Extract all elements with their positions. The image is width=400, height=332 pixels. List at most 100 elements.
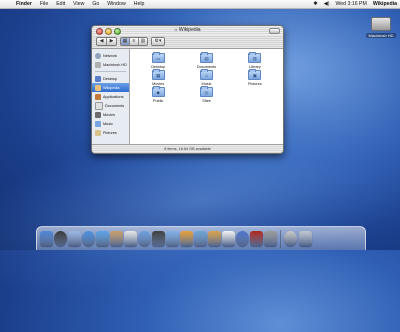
dashboard-icon[interactable] <box>54 231 67 246</box>
menu-bar: Finder File Edit View Go Window Help ✱ ◀… <box>0 0 400 9</box>
ical-date-icon[interactable] <box>222 231 235 246</box>
folder-icon: ▦ <box>151 69 165 80</box>
sidebar-item-network[interactable]: Network <box>92 51 129 60</box>
sidebar-divider <box>95 71 126 72</box>
menu-help[interactable]: Help <box>130 1 149 7</box>
sidebar-item-music[interactable]: Music <box>92 119 129 128</box>
folder-label: Sites <box>202 99 211 103</box>
volume-icon[interactable]: ◀) <box>321 1 333 7</box>
sidebar-item-label: Macintosh HD <box>103 62 127 67</box>
folder-pictures[interactable]: ▣ Pictures <box>231 69 279 86</box>
finder-window: ⌂ Wikipedia ◀ ▶ ▦ ≡ ▥ ⚙▾ Network Macinto… <box>91 25 284 154</box>
view-buttons: ▦ ≡ ▥ <box>120 37 148 46</box>
menu-extras: ✱ ◀) Wed 3:16 PM Wikipedia <box>310 1 400 7</box>
dock-others <box>284 231 312 250</box>
sidebar-item-applications[interactable]: Applications <box>92 92 129 101</box>
sidebar-item-label: Network <box>103 53 117 58</box>
ical-icon[interactable] <box>124 231 137 246</box>
desktop-hard-drive[interactable]: Macintosh HD <box>366 17 396 38</box>
nav-buttons: ◀ ▶ <box>96 37 117 46</box>
menu-user[interactable]: Wikipedia <box>370 1 400 7</box>
globe-icon <box>95 52 101 59</box>
folder-icon: ◆ <box>151 86 165 97</box>
status-bar: 8 items, 18.64 GB available <box>92 144 283 153</box>
folder-movies[interactable]: ▦ Movies <box>134 69 182 86</box>
sidebar-item-desktop[interactable]: Desktop <box>92 74 129 83</box>
window-content: Network Macintosh HD Desktop Wikipedia A… <box>92 49 283 145</box>
column-view-button[interactable]: ▥ <box>139 38 147 45</box>
folder-desktop[interactable]: ▭ Desktop <box>134 52 182 69</box>
back-button[interactable]: ◀ <box>97 38 107 45</box>
downloads-icon[interactable] <box>284 231 297 246</box>
folder-label: Public <box>152 99 164 103</box>
garageband-icon[interactable] <box>180 231 193 246</box>
folder-icon: ▤ <box>199 52 213 63</box>
menu-view[interactable]: View <box>69 1 88 7</box>
menu-edit[interactable]: Edit <box>52 1 69 7</box>
window-title-text: Wikipedia <box>178 27 201 33</box>
pictures-icon <box>95 129 101 136</box>
photo-booth-icon[interactable] <box>208 231 221 246</box>
sidebar-item-wikipedia[interactable]: Wikipedia <box>92 83 129 92</box>
bluetooth-icon[interactable]: ✱ <box>310 1 320 7</box>
safari-icon[interactable] <box>82 231 95 246</box>
folder-music[interactable]: ♫ Music <box>182 69 230 86</box>
documents-icon <box>95 101 103 110</box>
file-browser: ▭ Desktop ▤ Documents ▥ Library ▦ Movies… <box>130 49 283 145</box>
iphoto-icon[interactable] <box>166 231 179 246</box>
ichat-icon[interactable] <box>96 231 109 246</box>
hard-drive-label: Macintosh HD <box>366 33 396 38</box>
dock <box>36 226 366 250</box>
film-icon <box>95 111 101 118</box>
mail-icon[interactable] <box>68 231 81 246</box>
sidebar-item-pictures[interactable]: Pictures <box>92 128 129 137</box>
forward-button[interactable]: ▶ <box>107 38 116 45</box>
menu-file[interactable]: File <box>36 1 52 7</box>
dictionary-icon[interactable] <box>250 231 263 246</box>
menu-clock[interactable]: Wed 3:16 PM <box>332 1 369 7</box>
sidebar-item-movies[interactable]: Movies <box>92 110 129 119</box>
folder-documents[interactable]: ▤ Documents <box>182 52 230 69</box>
sidebar-item-label: Pictures <box>103 130 117 135</box>
sidebar-item-label: Music <box>103 121 113 126</box>
imovie-icon[interactable] <box>152 231 165 246</box>
idvd-icon[interactable] <box>194 231 207 246</box>
action-menu: ⚙▾ <box>151 37 165 46</box>
sync-icon[interactable] <box>236 231 249 246</box>
menu-finder[interactable]: Finder <box>12 1 36 7</box>
window-titlebar[interactable]: ⌂ Wikipedia <box>92 26 283 35</box>
music-note-icon <box>95 120 101 127</box>
address-book-icon[interactable] <box>110 231 123 246</box>
sidebar-item-label: Applications <box>103 94 124 99</box>
folder-icon: ▭ <box>151 52 165 63</box>
folder-sites[interactable]: ◎ Sites <box>182 86 230 103</box>
folder-icon: ◎ <box>199 86 213 97</box>
menu-go[interactable]: Go <box>88 1 103 7</box>
icon-view-button[interactable]: ▦ <box>121 38 130 45</box>
itunes-icon[interactable] <box>138 231 151 246</box>
preferences-icon[interactable] <box>264 231 277 246</box>
finder-icon[interactable] <box>40 231 53 246</box>
sidebar-item-label: Documents <box>105 103 125 108</box>
sidebar-item-label: Desktop <box>103 76 117 81</box>
desktop-icon <box>95 75 101 82</box>
folder-icon: ♫ <box>199 69 213 80</box>
sidebar-item-label: Movies <box>103 112 116 117</box>
applications-icon <box>95 93 101 100</box>
folder-icon: ▣ <box>248 69 262 80</box>
folder-icon: ▥ <box>248 52 262 63</box>
sidebar-item-documents[interactable]: Documents <box>92 101 129 110</box>
toolbar-toggle-button[interactable] <box>269 28 280 34</box>
window-title: ⌂ Wikipedia <box>92 27 283 33</box>
folder-label: Pictures <box>247 82 262 86</box>
sidebar-item-label: Wikipedia <box>103 85 120 90</box>
menu-window[interactable]: Window <box>103 1 129 7</box>
list-view-button[interactable]: ≡ <box>130 38 139 45</box>
trash-icon[interactable] <box>299 231 312 246</box>
sidebar-item-macintosh-hd[interactable]: Macintosh HD <box>92 60 129 69</box>
dock-apps <box>40 231 277 250</box>
folder-library[interactable]: ▥ Library <box>231 52 279 69</box>
action-button[interactable]: ⚙▾ <box>152 38 164 45</box>
folder-public[interactable]: ◆ Public <box>134 86 182 103</box>
finder-sidebar: Network Macintosh HD Desktop Wikipedia A… <box>92 49 130 145</box>
